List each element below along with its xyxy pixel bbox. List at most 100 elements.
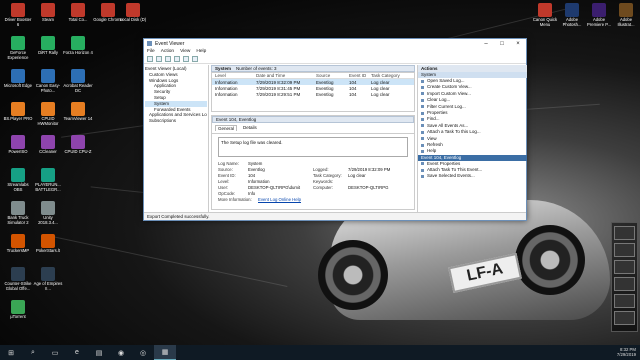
desktop-icon[interactable]: BS.Player PRO xyxy=(3,102,33,122)
desktop-icon-label: GeForce Experience xyxy=(7,50,29,60)
desktop-icon-label: Forza Horizon 4 xyxy=(63,50,93,55)
event-viewer-task-icon[interactable]: ▦ xyxy=(154,345,176,360)
actions-list-event: Event Properties Attach Task To This Even… xyxy=(418,161,527,180)
desktop-icon[interactable]: TruckersMP xyxy=(3,234,33,254)
prop-label: Source: xyxy=(218,166,233,172)
menu-view[interactable]: View xyxy=(180,49,190,54)
desktop-icon[interactable]: Adobe Illustrat... xyxy=(611,3,640,28)
minimize-button[interactable]: – xyxy=(478,41,494,47)
app-icon xyxy=(11,201,25,215)
desktop-icon[interactable]: Adobe Premiere P... xyxy=(584,3,614,28)
desktop-icon[interactable]: Acrobat Reader DC xyxy=(63,69,93,94)
desktop-icon-label: Total Co... xyxy=(68,17,88,22)
desktop-icon[interactable]: Total Co... xyxy=(63,3,93,23)
title-bar[interactable]: Event Viewer – □ × xyxy=(144,39,526,48)
row-date: 7/29/2019 8:32:09 PM xyxy=(256,79,301,85)
desktop-icon[interactable]: GeForce Experience xyxy=(3,36,33,61)
prop-value: 104 xyxy=(248,172,256,178)
event-log-help-link[interactable]: Event Log Online Help xyxy=(258,197,301,202)
desktop-icon-label: Steam xyxy=(41,17,55,22)
desktop-icon[interactable]: DiRT Rally xyxy=(33,36,63,56)
menu-help[interactable]: Help xyxy=(196,49,206,54)
desktop-icon[interactable]: CPUID HWMonitor xyxy=(33,102,63,127)
desktop-icon[interactable]: Streamlabs OBS xyxy=(3,168,33,193)
desktop-icon[interactable]: Forza Horizon 4 xyxy=(63,36,93,56)
menu-file[interactable]: File xyxy=(147,49,155,54)
row-source: Eventlog xyxy=(316,79,334,85)
action-pane-icon[interactable] xyxy=(192,56,198,62)
tab-general[interactable]: General xyxy=(215,125,238,131)
column-event-id[interactable]: Event ID xyxy=(349,73,371,78)
maximize-button[interactable]: □ xyxy=(494,41,510,47)
start-icon[interactable]: ⊞ xyxy=(0,345,22,360)
desktop-icon[interactable]: Canon Easy-Photo... xyxy=(33,69,63,94)
gadget-tile[interactable] xyxy=(614,260,635,274)
desktop-icon-label: Streamlabs OBS xyxy=(7,182,29,192)
desktop-icon[interactable]: PowerISO xyxy=(3,135,33,155)
desktop-icon[interactable]: Canon Quick Menu xyxy=(530,3,560,28)
event-detail-pane: Event 104, Eventlog General Details The … xyxy=(211,115,415,210)
desktop-icon[interactable]: CPUID CPU-Z xyxy=(63,135,93,155)
app-icon xyxy=(147,41,152,46)
toolbar xyxy=(144,55,526,64)
desktop-icon-label: Adobe Illustrat... xyxy=(617,17,635,27)
gadget-tile[interactable] xyxy=(614,294,635,308)
steam-icon[interactable]: ◎ xyxy=(132,345,154,360)
table-row[interactable]: Information 7/29/2019 8:31:45 PM Eventlo… xyxy=(212,85,414,91)
desktop-icon[interactable]: Local Disk (D) xyxy=(118,3,148,23)
up-icon[interactable] xyxy=(165,56,171,62)
desktop-icon-label: CPUID HWMonitor xyxy=(37,116,59,126)
app-icon xyxy=(71,69,85,83)
prop-value: Information xyxy=(248,178,270,184)
desktop-icon[interactable]: TeamViewer 14 xyxy=(63,102,93,122)
table-row[interactable]: Information 7/29/2019 8:29:51 PM Eventlo… xyxy=(212,91,414,97)
column-task[interactable]: Task Category xyxy=(371,73,411,78)
detail-tabs: General Details xyxy=(212,123,414,134)
tab-details[interactable]: Details xyxy=(241,125,259,131)
forward-icon[interactable] xyxy=(156,56,162,62)
gadget-tile[interactable] xyxy=(614,243,635,257)
desktop-icon[interactable]: Bank Truck Simulator 2 xyxy=(3,201,33,226)
system-clock[interactable]: 8:32 PM 7/29/2019 xyxy=(617,347,636,357)
desktop-icon-label: PokerStars.lt xyxy=(36,248,60,253)
console-tree: Event Viewer (Local) Custom Views Window… xyxy=(144,65,209,213)
column-source[interactable]: Source xyxy=(316,73,349,78)
gadget-tile[interactable] xyxy=(614,226,635,240)
desktop-icon[interactable]: µTorrent xyxy=(3,300,33,320)
column-date[interactable]: Date and Time xyxy=(256,73,316,78)
prop-label: Level: xyxy=(218,178,230,184)
help-icon[interactable] xyxy=(183,56,189,62)
desktop-icon[interactable]: Microsoft Edge xyxy=(3,69,33,89)
gadget-tile[interactable] xyxy=(614,277,635,291)
desktop-icon[interactable]: Adobe Photosh... xyxy=(557,3,587,28)
desktop-icon[interactable]: CCleaner xyxy=(33,135,63,155)
search-icon[interactable]: ⌕ xyxy=(22,345,44,360)
event-list: Level Date and Time Source Event ID Task… xyxy=(211,72,415,112)
tree-item-subscriptions[interactable]: Subscriptions xyxy=(145,118,207,124)
prop-label: User: xyxy=(218,184,229,190)
app-icon xyxy=(11,36,25,50)
desktop-icon[interactable]: PLAYERUN... BATTLEGR... xyxy=(33,168,63,193)
event-viewer-window[interactable]: Event Viewer – □ × File Action View Help… xyxy=(143,38,527,221)
row-task: Log clear xyxy=(371,85,390,91)
menu-action[interactable]: Action xyxy=(161,49,174,54)
gadget-tile[interactable] xyxy=(614,311,635,325)
column-level[interactable]: Level xyxy=(212,73,256,78)
desktop-icon[interactable]: Steam xyxy=(33,3,63,23)
desktop-icon[interactable]: Age of Empires II... xyxy=(33,267,63,292)
file-explorer-icon[interactable]: ▤ xyxy=(88,345,110,360)
action-item[interactable]: Save Selected Events... xyxy=(418,173,527,179)
edge-icon[interactable]: e xyxy=(66,345,88,360)
task-view-icon[interactable]: ▭ xyxy=(44,345,66,360)
desktop-icon[interactable]: Counter-Strike Global Offe... xyxy=(3,267,33,292)
back-icon[interactable] xyxy=(147,56,153,62)
app-icon xyxy=(619,3,633,17)
desktop-icon[interactable]: Unity 2018.3.4... xyxy=(33,201,63,226)
close-button[interactable]: × xyxy=(510,41,526,47)
action-item[interactable]: Help xyxy=(418,148,527,154)
desktop-icon[interactable]: PokerStars.lt xyxy=(33,234,63,254)
desktop-icon[interactable]: Driver Booster 6 xyxy=(3,3,33,28)
chrome-icon[interactable]: ◉ xyxy=(110,345,132,360)
show-hide-tree-icon[interactable] xyxy=(174,56,180,62)
table-row[interactable]: Information 7/29/2019 8:32:09 PM Eventlo… xyxy=(212,79,414,85)
